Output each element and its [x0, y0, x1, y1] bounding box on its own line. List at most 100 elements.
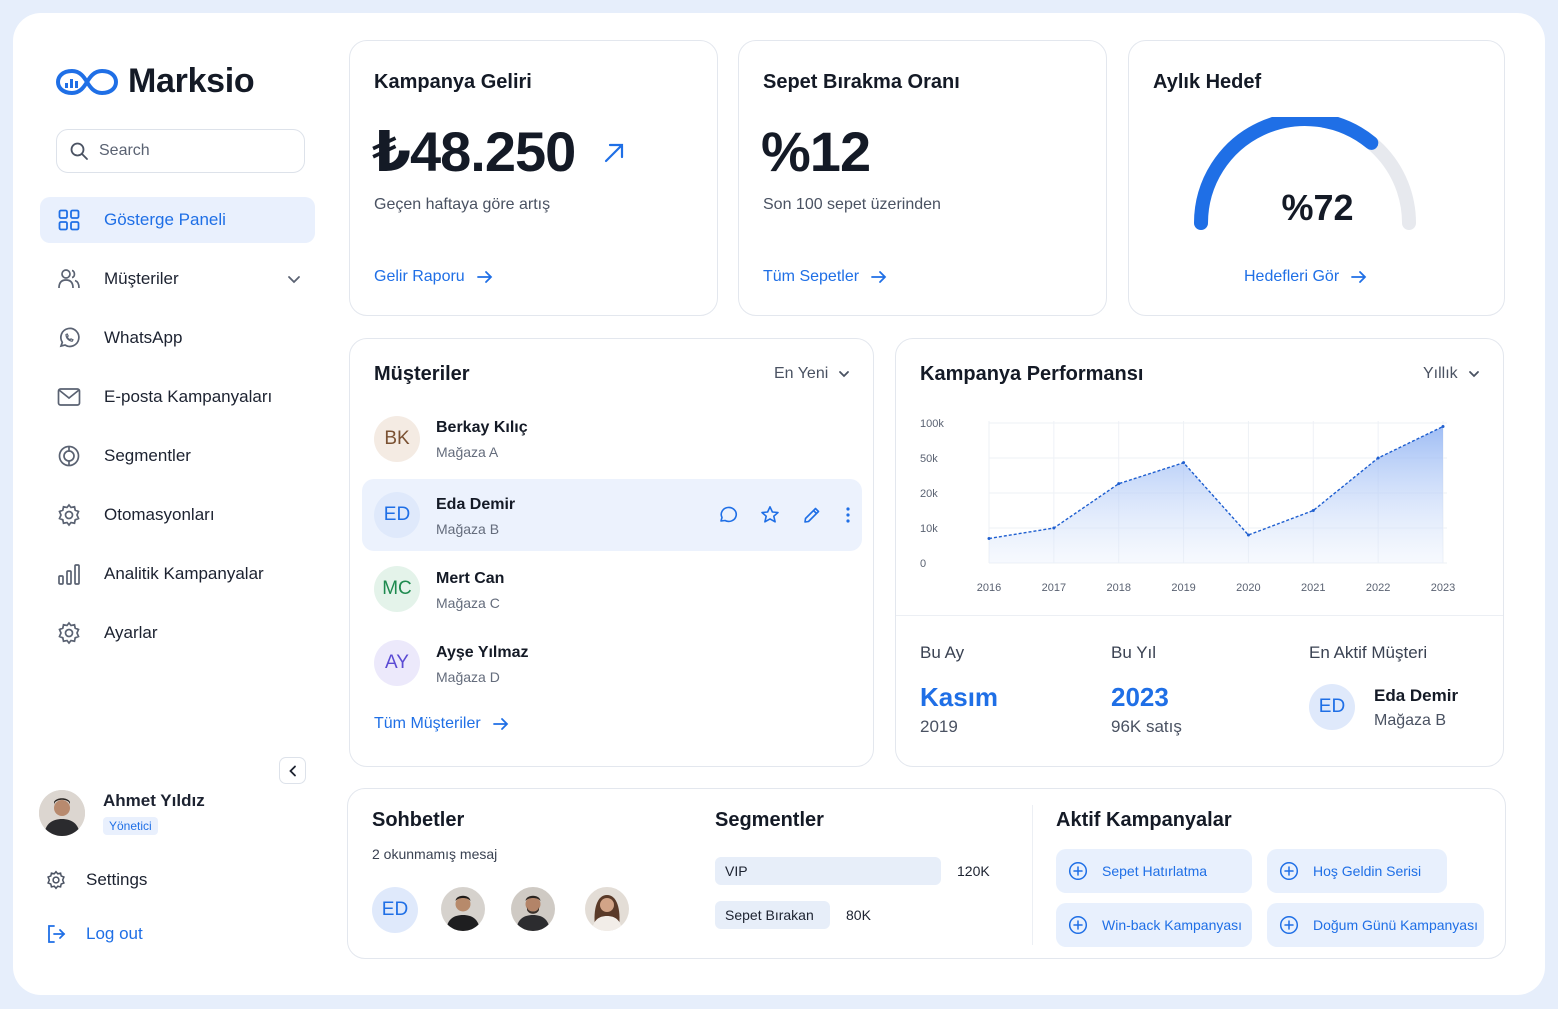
card-title: Sepet Bırakma Oranı: [763, 71, 960, 93]
sidebar-item-dashboard[interactable]: Gösterge Paneli: [40, 197, 315, 243]
user-role-badge: Yönetici: [103, 817, 158, 835]
link-label: Hedefleri Gör: [1244, 268, 1340, 285]
all-customers-link[interactable]: Tüm Müşteriler: [374, 715, 509, 733]
campaign-chip[interactable]: Hoş Geldin Serisi: [1267, 849, 1447, 893]
search-input[interactable]: [99, 142, 289, 160]
sidebar-item-label: Analitik Kampanyalar: [104, 564, 264, 583]
list-item[interactable]: ED Eda Demir Mağaza B: [362, 479, 862, 551]
data-point[interactable]: [1376, 456, 1380, 460]
link-label: Tüm Sepetler: [763, 268, 860, 285]
app-name: Marksio: [128, 62, 255, 100]
logout-link[interactable]: Log out: [46, 924, 143, 944]
whatsapp-icon: [57, 326, 81, 350]
sidebar-item-email[interactable]: E-posta Kampanyaları: [40, 374, 315, 420]
card-title: Müşteriler: [374, 363, 470, 385]
data-point[interactable]: [1117, 482, 1121, 486]
x-tick-label: 2017: [1042, 582, 1066, 594]
star-icon[interactable]: [760, 505, 780, 525]
chart-area: [989, 426, 1443, 563]
campaign-label: Sepet Hatırlatma: [1102, 863, 1208, 879]
customer-shop: Mağaza C: [436, 595, 500, 611]
revenue-report-link[interactable]: Gelir Raporu: [374, 268, 493, 286]
chevron-down-icon[interactable]: [287, 271, 301, 291]
stat-label: Bu Yıl: [1111, 643, 1157, 662]
x-tick-label: 2018: [1106, 582, 1130, 594]
gear-icon: [46, 870, 66, 890]
customer-name: Ayşe Yılmaz: [436, 644, 529, 661]
data-point[interactable]: [1182, 461, 1186, 465]
card-title: Kampanya Geliri: [374, 71, 532, 93]
campaign-label: Win-back Kampanyası: [1102, 917, 1243, 933]
sidebar-item-segments[interactable]: Segmentler: [40, 433, 315, 479]
campaign-chip[interactable]: Win-back Kampanyası: [1056, 903, 1252, 947]
logout-label: Log out: [86, 924, 143, 943]
plus-circle-icon: [1279, 915, 1299, 935]
customers-sort-dropdown[interactable]: En Yeni: [774, 365, 850, 383]
sidebar-item-analytics[interactable]: Analitik Kampanyalar: [40, 551, 315, 597]
all-carts-link[interactable]: Tüm Sepetler: [763, 268, 887, 286]
campaign-chip[interactable]: Sepet Hatırlatma: [1056, 849, 1252, 893]
sidebar-item-label: WhatsApp: [104, 328, 183, 347]
avatar[interactable]: ED: [372, 887, 418, 933]
customers-card: Müşteriler En Yeni BK Berkay Kılıç Mağaz…: [349, 338, 874, 767]
grid-icon: [57, 208, 81, 232]
list-item[interactable]: AY Ayşe Yılmaz Mağaza D: [362, 627, 862, 699]
edit-icon[interactable]: [802, 505, 822, 525]
avatar[interactable]: [511, 887, 555, 931]
sidebar-item-label: Müşteriler: [104, 269, 179, 288]
revenue-subtitle: Geçen haftaya göre artış: [374, 196, 551, 213]
settings-link[interactable]: Settings: [46, 870, 147, 890]
sidebar-collapse-button[interactable]: [279, 757, 306, 784]
y-tick-label: 100k: [920, 418, 944, 430]
y-tick-label: 0: [920, 558, 926, 570]
divider: [896, 615, 1503, 616]
bottom-card: Sohbetler 2 okunmamış mesaj ED Segmentle…: [347, 788, 1506, 959]
sidebar-item-whatsapp[interactable]: WhatsApp: [40, 315, 315, 361]
x-tick-label: 2021: [1301, 582, 1325, 594]
stat-label: Bu Ay: [920, 643, 965, 662]
customer-name: Mert Can: [436, 570, 505, 587]
view-goals-link[interactable]: Hedefleri Gör: [1244, 268, 1367, 286]
avatar[interactable]: [585, 887, 629, 931]
sidebar-item-automations[interactable]: Otomasyonları: [40, 492, 315, 538]
chat-icon[interactable]: [718, 505, 738, 525]
segment-value: 80K: [846, 907, 871, 923]
infinity-logo-icon: [56, 68, 118, 95]
stat-value: Kasım: [920, 682, 999, 712]
campaign-chip[interactable]: Doğum Günü Kampanyası: [1267, 903, 1484, 947]
data-point[interactable]: [1311, 509, 1315, 512]
customer-name: Berkay Kılıç: [436, 419, 528, 436]
avatar: BK: [374, 416, 420, 462]
data-point[interactable]: [1246, 533, 1250, 537]
sidebar-nav: Gösterge Paneli Müşteriler WhatsApp E-po…: [40, 197, 315, 669]
list-item[interactable]: MC Mert Can Mağaza C: [362, 553, 862, 625]
campaign-label: Doğum Günü Kampanyası: [1313, 917, 1478, 933]
sidebar-item-settings[interactable]: Ayarlar: [40, 610, 315, 656]
link-label: Tüm Müşteriler: [374, 715, 481, 732]
more-vertical-icon[interactable]: [844, 505, 852, 525]
y-tick-label: 20k: [920, 488, 938, 500]
gear-icon: [57, 503, 81, 527]
avatar[interactable]: [441, 887, 485, 931]
users-icon: [57, 267, 81, 291]
x-tick-label: 2020: [1236, 582, 1260, 594]
avatar: AY: [374, 640, 420, 686]
stat-label: En Aktif Müşteri: [1309, 643, 1428, 662]
data-point[interactable]: [1441, 425, 1445, 428]
monthly-goal-card: Aylık Hedef %72 Hedefleri Gör: [1128, 40, 1505, 316]
cart-value: %12: [761, 120, 871, 183]
sidebar-item-label: Segmentler: [104, 446, 191, 465]
logo[interactable]: Marksio: [56, 62, 255, 101]
data-point[interactable]: [987, 537, 991, 540]
segment-label: VIP: [725, 863, 748, 879]
data-point[interactable]: [1052, 526, 1056, 530]
user-profile[interactable]: Ahmet Yıldız Yönetici: [39, 790, 205, 836]
avatar: ED: [1309, 684, 1355, 730]
list-item[interactable]: BK Berkay Kılıç Mağaza A: [362, 403, 862, 475]
search-box[interactable]: [56, 129, 305, 173]
segment-bar[interactable]: Sepet Bırakan: [715, 901, 830, 929]
arrow-right-icon: [871, 271, 887, 283]
segment-bar[interactable]: VIP: [715, 857, 941, 885]
customer-shop: Mağaza D: [436, 669, 500, 685]
sidebar-item-customers[interactable]: Müşteriler: [40, 256, 315, 302]
